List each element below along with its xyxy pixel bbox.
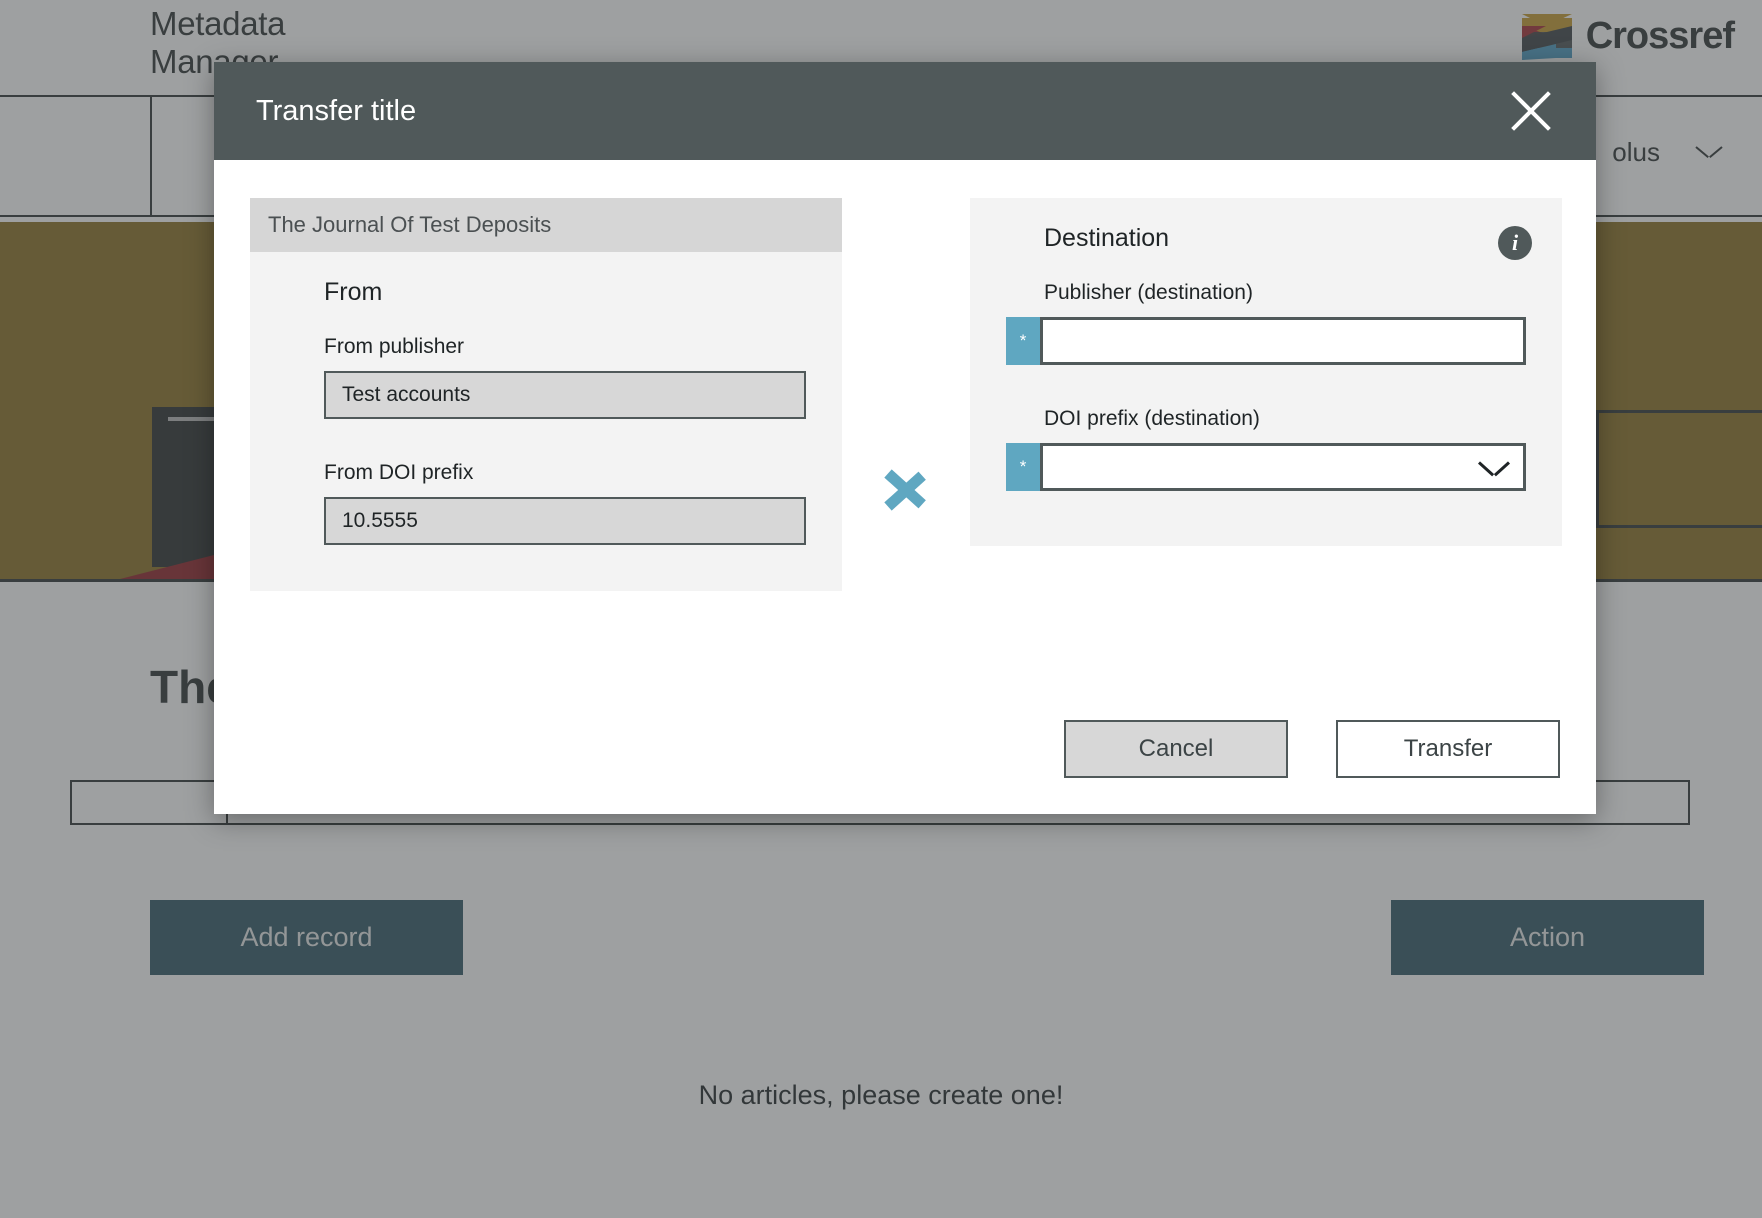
destination-publisher-label: Publisher (destination) <box>1044 281 1526 305</box>
screen: Metadata Manager Crossref <box>0 0 1762 1218</box>
dialog-header: Transfer title <box>214 62 1596 160</box>
transfer-title-dialog: Transfer title The Journal Of Test Depos… <box>214 62 1596 814</box>
transfer-arrow <box>842 198 970 591</box>
transfer-panels: The Journal Of Test Deposits From From p… <box>250 198 1560 591</box>
chevron-right-icon <box>886 454 926 526</box>
dialog-title: Transfer title <box>256 95 416 128</box>
destination-heading: Destination <box>1044 224 1526 253</box>
dialog-actions: Cancel Transfer <box>1064 720 1560 778</box>
cancel-button[interactable]: Cancel <box>1064 720 1288 778</box>
close-icon[interactable] <box>1502 82 1560 140</box>
dialog-body: The Journal Of Test Deposits From From p… <box>214 160 1596 814</box>
destination-publisher-row: * <box>1006 317 1526 365</box>
destination-panel: i Destination Publisher (destination) * … <box>970 198 1562 546</box>
transfer-button[interactable]: Transfer <box>1336 720 1560 778</box>
from-doi-prefix-value: 10.5555 <box>324 497 806 545</box>
info-icon[interactable]: i <box>1498 226 1532 260</box>
destination-doi-prefix-row: * <box>1006 443 1526 491</box>
destination-doi-prefix-label: DOI prefix (destination) <box>1044 407 1526 431</box>
required-marker: * <box>1006 317 1040 365</box>
from-panel: The Journal Of Test Deposits From From p… <box>250 198 842 591</box>
from-publisher-label: From publisher <box>324 335 806 359</box>
from-panel-body: From From publisher Test accounts From D… <box>250 252 842 591</box>
from-heading: From <box>324 278 806 307</box>
destination-doi-prefix-select[interactable] <box>1040 443 1526 491</box>
from-doi-prefix-label: From DOI prefix <box>324 461 806 485</box>
from-journal-name: The Journal Of Test Deposits <box>250 198 842 252</box>
from-publisher-value: Test accounts <box>324 371 806 419</box>
required-marker: * <box>1006 443 1040 491</box>
destination-publisher-input[interactable] <box>1040 317 1526 365</box>
chevron-down-icon <box>1479 459 1509 475</box>
